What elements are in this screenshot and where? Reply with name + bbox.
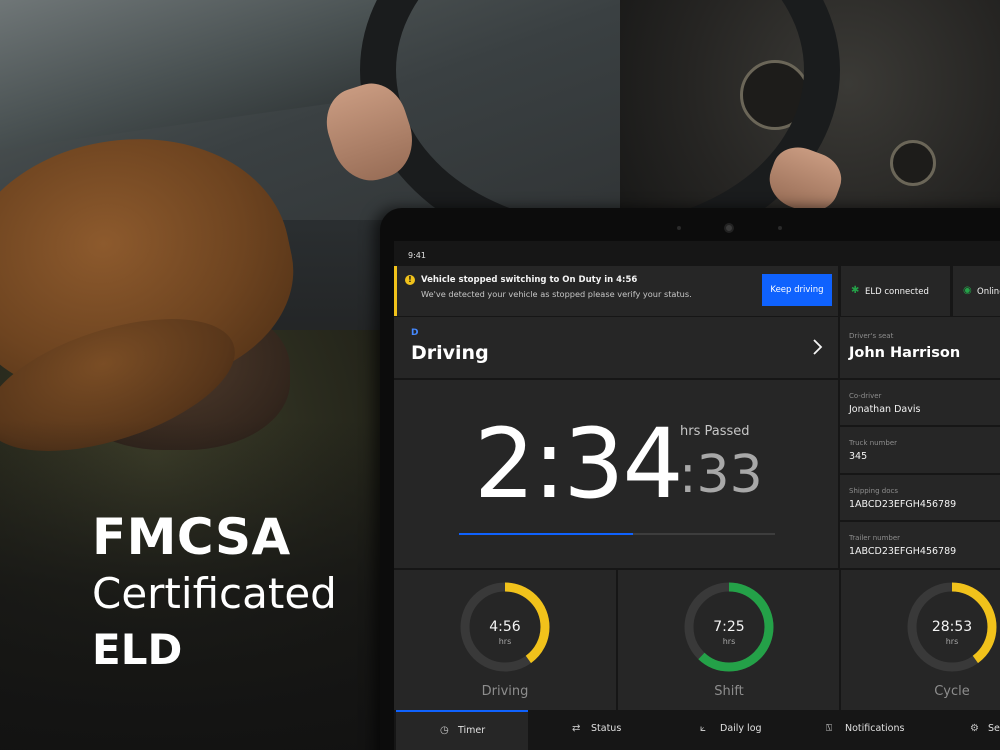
driving-hours-gauge: 4:56 hrs Driving: [394, 570, 616, 710]
sensor-dot: [677, 226, 681, 230]
stop-alert-banner: ! Vehicle stopped switching to On Duty i…: [394, 266, 838, 316]
sensor-dot: [778, 226, 782, 230]
truck-number-value: 345: [849, 451, 868, 462]
shift-gauge-label: Shift: [714, 684, 744, 699]
timer-progress-fill: [459, 533, 633, 535]
co-driver-label: Co-driver: [849, 392, 882, 400]
eld-status-label: ELD connected: [865, 287, 929, 297]
nav-tab-daily-log[interactable]: ⟀ Daily log: [666, 710, 798, 750]
nav-tab-notifications-label: Notifications: [845, 723, 905, 734]
timer-progress-track: [459, 533, 775, 535]
cycle-gauge-unit: hrs: [945, 637, 959, 646]
chart-line-icon: ⟀: [700, 723, 706, 734]
drivers-seat-label: Driver's seat: [849, 332, 894, 340]
driving-gauge-unit: hrs: [498, 637, 512, 646]
nav-tab-status[interactable]: ⇄ Status: [530, 710, 664, 750]
truck-number-label: Truck number: [849, 439, 898, 447]
shipping-docs-value: 1ABCD23EFGH456789: [849, 499, 957, 510]
nav-tab-notifications[interactable]: ⍂ Notifications: [800, 710, 950, 750]
driving-gauge-value: 4:56: [489, 619, 521, 635]
drivers-seat-value: John Harrison: [849, 345, 961, 361]
gauge-dial: [890, 140, 936, 186]
co-driver-value: Jonathan Davis: [849, 404, 921, 415]
trailer-number-label: Trailer number: [849, 534, 901, 542]
co-driver-field[interactable]: Co-driver Jonathan Davis: [840, 380, 1000, 425]
eld-status-chip[interactable]: ✱ ELD connected: [841, 266, 950, 316]
shift-hours-gauge: 7:25 hrs Shift: [618, 570, 839, 710]
clock-history-icon: ◷: [440, 725, 449, 736]
camera-icon: [724, 223, 734, 233]
swap-arrows-icon: ⇄: [572, 723, 581, 734]
trailer-number-value: 1ABCD23EFGH456789: [849, 546, 957, 557]
signal-icon: ◉: [963, 285, 972, 296]
shipping-docs-field[interactable]: Shipping docs 1ABCD23EFGH456789: [840, 475, 1000, 520]
timer-main-value: 2:34: [474, 408, 684, 520]
timer-caption: hrs Passed: [680, 424, 750, 439]
tablet-screen: 9:41 ! Vehicle stopped switching to On D…: [394, 241, 1000, 750]
driving-gauge-label: Driving: [481, 684, 529, 699]
shipping-docs-label: Shipping docs: [849, 487, 898, 495]
online-status-chip[interactable]: ◉ Online: [953, 266, 1000, 316]
drive-timer-card: 2:34 hrs Passed :33: [394, 380, 838, 568]
alert-title: Vehicle stopped switching to On Duty in …: [421, 275, 638, 285]
cycle-gauge-label: Cycle: [934, 684, 970, 699]
bottom-navigation: ◷ Timer ⇄ Status ⟀ Daily log ⍂ Notificat…: [394, 710, 1000, 750]
clock: 9:41: [408, 251, 426, 260]
duty-status-label: Driving: [411, 342, 489, 364]
duty-status-card[interactable]: D Driving: [394, 317, 838, 378]
duty-status-code: D: [411, 328, 419, 338]
nav-tab-daily-log-label: Daily log: [720, 723, 762, 734]
timer-seconds: :33: [679, 445, 763, 505]
keep-driving-button[interactable]: Keep driving: [762, 274, 832, 306]
warning-icon: !: [405, 275, 415, 285]
nav-tab-timer[interactable]: ◷ Timer: [396, 710, 528, 750]
nav-tab-settings[interactable]: ⚙ Se: [952, 710, 1000, 750]
nav-tab-status-label: Status: [591, 723, 622, 734]
headline-line-1: FMCSA: [92, 508, 291, 566]
shift-gauge-unit: hrs: [722, 637, 736, 646]
headline-line-3: ELD: [92, 625, 183, 674]
bluetooth-icon: ✱: [851, 285, 860, 296]
drivers-seat-field[interactable]: Driver's seat John Harrison: [840, 317, 1000, 378]
headline: FMCSA Certificated ELD: [92, 508, 392, 678]
cycle-gauge-value: 28:53: [931, 619, 973, 635]
nav-tab-timer-label: Timer: [458, 725, 486, 736]
nav-tab-settings-label: Se: [988, 723, 1000, 734]
bell-icon: ⍂: [826, 723, 832, 734]
headline-line-2: Certificated: [92, 569, 337, 618]
online-status-label: Online: [977, 287, 1000, 297]
alert-message: We've detected your vehicle as stopped p…: [421, 289, 692, 299]
trailer-number-field[interactable]: Trailer number 1ABCD23EFGH456789: [840, 522, 1000, 568]
status-bar: 9:41: [394, 241, 1000, 266]
chevron-right-icon: [813, 339, 823, 355]
cycle-hours-gauge: 28:53 hrs Cycle: [841, 570, 1000, 710]
shift-gauge-value: 7:25: [713, 619, 745, 635]
truck-number-field[interactable]: Truck number 345: [840, 427, 1000, 473]
gear-icon: ⚙: [970, 723, 979, 734]
